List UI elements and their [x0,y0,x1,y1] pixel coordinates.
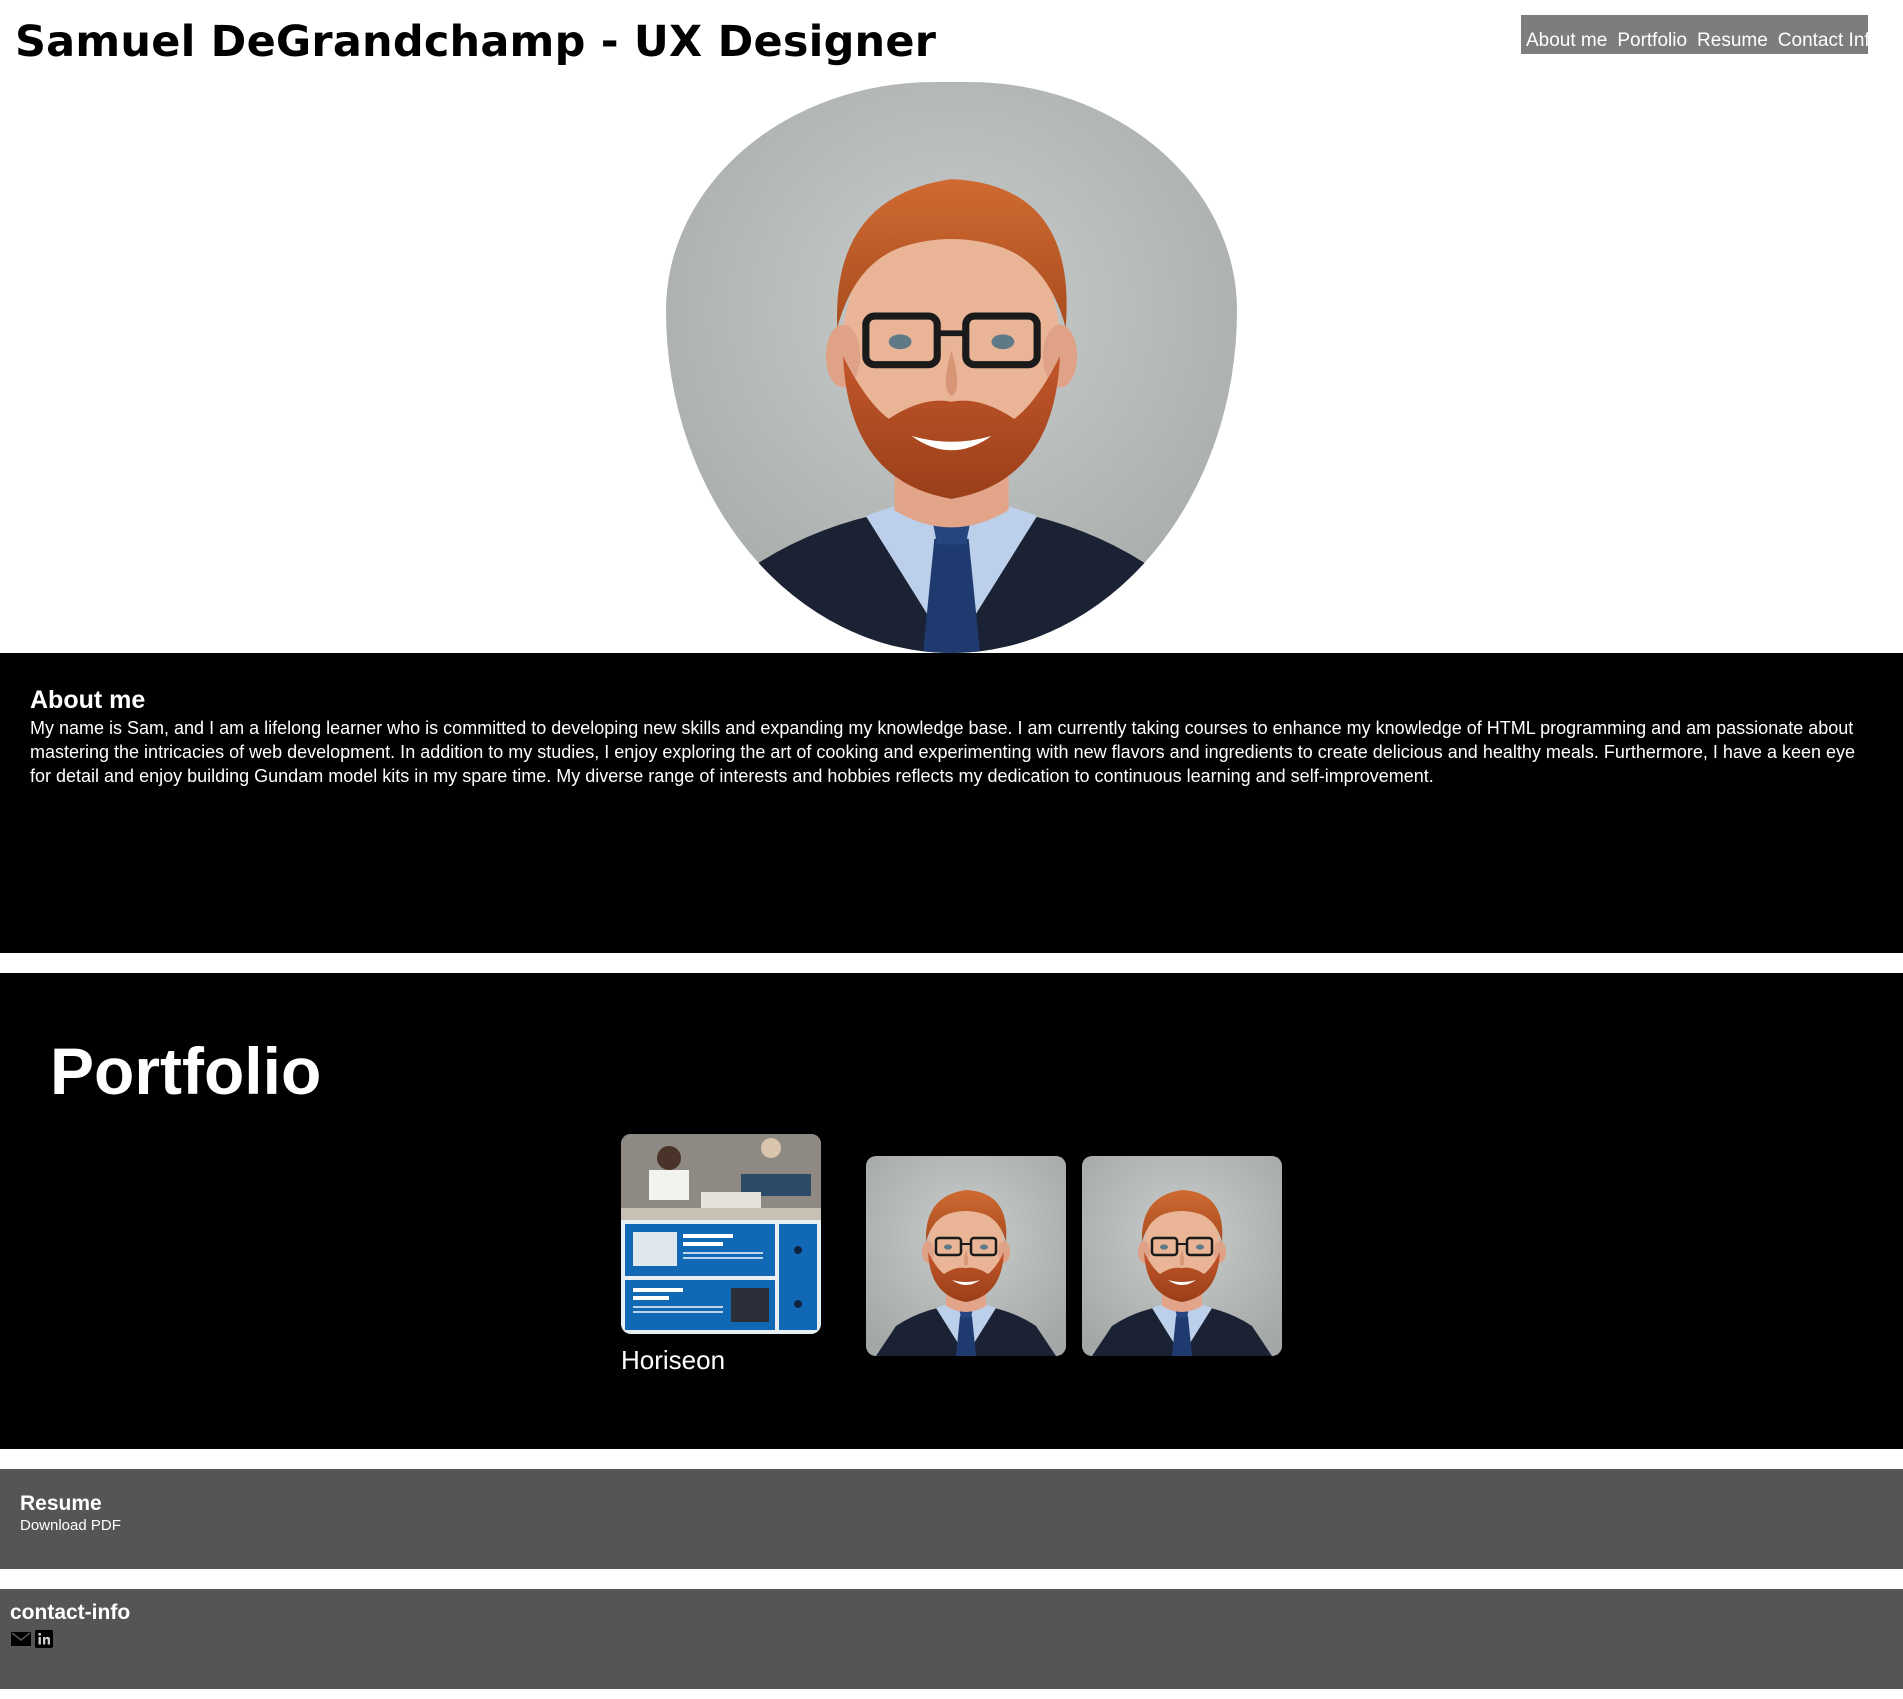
resume-section: Resume Download PDF [0,1469,1903,1569]
horiseon-thumbnail[interactable] [621,1134,821,1334]
download-pdf-link[interactable]: Download PDF [20,1516,121,1536]
nav-link-contact-info[interactable]: Contact Info [1778,29,1880,53]
contact-heading: contact-info [10,1601,131,1624]
about-heading: About me [30,686,146,714]
nav-link-portfolio[interactable]: Portfolio [1617,29,1687,53]
main-nav: About me Portfolio Resume Contact Info [1521,15,1880,54]
portfolio-card-label: Horiseon [621,1345,726,1375]
hero-portrait-photo [666,82,1237,653]
about-text: My name is Sam, and I am a lifelong lear… [30,718,1856,786]
portfolio-card-3[interactable] [1082,1156,1282,1366]
portfolio-card-2[interactable] [866,1156,1066,1366]
about-section: About me My name is Sam, and I am a life… [0,653,1903,953]
site-header: Samuel DeGrandchamp - UX Designer About … [0,0,1903,80]
email-icon[interactable] [10,1629,31,1649]
portfolio-thumbnail[interactable] [866,1156,1066,1356]
nav-link-about-me[interactable]: About me [1526,29,1607,53]
portfolio-heading: Portfolio [50,1034,322,1108]
linkedin-icon[interactable] [34,1629,54,1649]
resume-heading: Resume [20,1492,102,1515]
nav-link-resume[interactable]: Resume [1697,29,1768,53]
portfolio-thumbnail[interactable] [1082,1156,1282,1356]
contact-icons [10,1629,1893,1649]
portfolio-card-horiseon[interactable]: Horiseon [621,1134,821,1376]
contact-section: contact-info [0,1589,1903,1689]
portrait-image [666,82,1237,653]
portfolio-section: Portfolio Horiseon [0,973,1903,1449]
page-title: Samuel DeGrandchamp - UX Designer [15,17,937,67]
